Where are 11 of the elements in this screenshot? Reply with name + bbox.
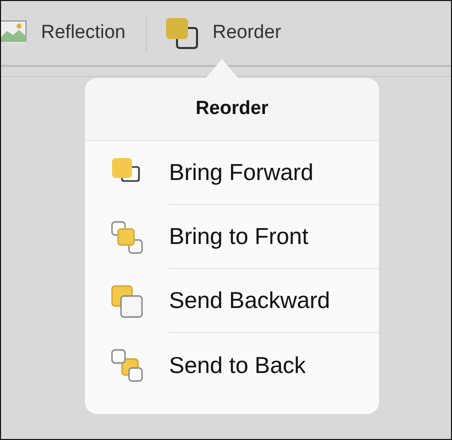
- menu-item[interactable]: Bring Forward: [85, 141, 379, 205]
- layers-icon: [110, 348, 144, 382]
- layers-icon: [110, 220, 144, 254]
- layers-icon: [110, 284, 144, 318]
- toolbar-button[interactable]: Reflection: [1, 1, 126, 65]
- menu-item[interactable]: Send Backward: [85, 269, 379, 333]
- toolbar-button[interactable]: Reorder: [164, 1, 282, 65]
- menu-item[interactable]: Bring to Front: [85, 205, 379, 269]
- popover-title: Reorder: [196, 96, 268, 121]
- menu-item[interactable]: Send to Back: [85, 333, 379, 397]
- layers-icon: [164, 17, 198, 49]
